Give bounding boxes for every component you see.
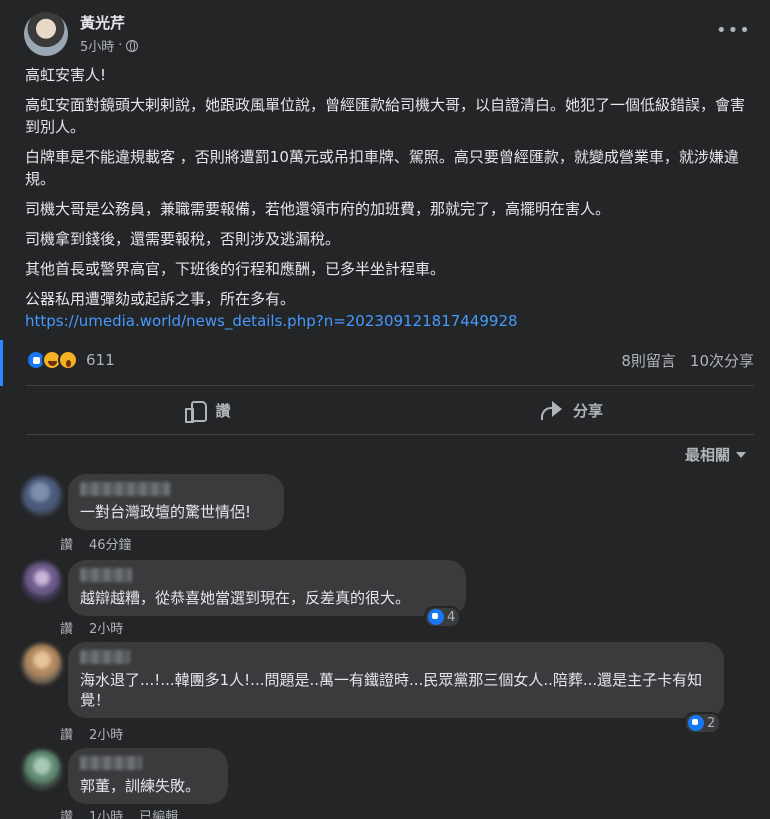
comment-time[interactable]: 2小時 — [89, 618, 123, 637]
share-button-label: 分享 — [572, 401, 603, 420]
sort-label: 最相關 — [684, 446, 730, 464]
comment-footer: 讚 2小時 — [60, 724, 123, 743]
comment-reaction-count: 2 — [707, 715, 716, 731]
comment-text: 一對台灣政壇的驚世情侶! — [80, 503, 252, 521]
comment-like-button[interactable]: 讚 — [60, 618, 73, 637]
commenter-name-blurred[interactable] — [80, 482, 170, 496]
comment-text: 郭董，訓練失敗。 — [80, 777, 201, 795]
post-paragraph: 高虹安面對鏡頭大剌剌說，她跟政風單位說，曾經匯款給司機大哥，以自證清白。她犯了一… — [25, 96, 746, 136]
comment-bubble: 海水退了...!...韓團多1人!...問題是..萬一有鐵證時...民眾黨那三個… — [68, 642, 724, 718]
comment-bubble: 一對台灣政壇的驚世情侶! — [68, 474, 284, 530]
comment-time[interactable]: 46分鐘 — [89, 534, 132, 553]
comment-footer: 讚 46分鐘 — [60, 534, 132, 553]
commenter-avatar[interactable] — [22, 562, 62, 602]
comment-time[interactable]: 2小時 — [89, 724, 123, 743]
post-time[interactable]: 5小時 — [80, 36, 114, 55]
comment-reaction-count: 4 — [447, 609, 456, 625]
chevron-down-icon — [736, 451, 746, 458]
commenter-avatar[interactable] — [22, 644, 62, 684]
comment-like-button[interactable]: 讚 — [60, 724, 73, 743]
comment-bubble: 郭董，訓練失敗。 — [68, 748, 228, 804]
comment-like-button[interactable]: 讚 — [60, 534, 73, 553]
post-paragraph: 白牌車是不能違規載客 ，否則將遭罰10萬元或吊扣車牌、駕照。高只要曾經匯款，就變… — [25, 148, 739, 188]
comment-text: 越辯越糟，從恭喜她當選到現在，反差真的很大。 — [80, 589, 411, 607]
comment-footer: 讚 2小時 — [60, 618, 123, 637]
post-actions: 讚 分享 — [26, 388, 754, 432]
comment-count[interactable]: 8則留言 — [621, 350, 676, 371]
comment-footer: 讚 1小時 已編輯 — [60, 806, 178, 819]
post-stats: 611 8則留言 10次分享 — [26, 350, 754, 374]
post-link[interactable]: https://umedia.world/news_details.php?n=… — [25, 310, 755, 332]
post-meta: 5小時 · — [80, 36, 139, 55]
comment-edited-label: 已編輯 — [139, 810, 179, 819]
commenter-name-blurred[interactable] — [80, 650, 130, 664]
reactions-summary[interactable]: 611 — [26, 350, 115, 370]
post-paragraph: 高虹安害人! — [25, 66, 107, 84]
like-icon — [688, 715, 704, 731]
comment-sort-dropdown[interactable]: 最相關 — [685, 444, 746, 465]
commenter-avatar[interactable] — [22, 750, 62, 790]
comment-bubble: 越辯越糟，從恭喜她當選到現在，反差真的很大。 — [68, 560, 466, 616]
reaction-count[interactable]: 611 — [86, 351, 115, 369]
commenter-name-blurred[interactable] — [80, 568, 132, 582]
commenter-name-blurred[interactable] — [80, 756, 142, 770]
like-icon — [428, 609, 444, 625]
engagement-counts: 8則留言 10次分享 — [621, 350, 754, 371]
comment-text: 海水退了...!...韓團多1人!...問題是..萬一有鐵證時...民眾黨那三個… — [80, 671, 703, 709]
author-name[interactable]: 黃光芹 — [80, 12, 125, 33]
post-paragraph: 司機拿到錢後，還需要報稅，否則涉及逃漏稅。 — [25, 230, 341, 248]
like-button[interactable]: 讚 — [26, 388, 390, 432]
left-accent-bar — [0, 340, 3, 386]
post-last-paragraph: 公器私用遭彈劾或起訴之事，所在多有。 — [25, 290, 296, 308]
commenter-avatar[interactable] — [22, 476, 62, 516]
post-paragraph: 司機大哥是公務員，兼職需要報備，若他還領市府的加班費，那就完了，高擺明在害人。 — [25, 200, 611, 218]
author-avatar[interactable] — [24, 12, 68, 56]
thumbs-up-icon — [185, 400, 208, 423]
globe-icon[interactable] — [126, 39, 139, 52]
divider — [26, 385, 754, 386]
post-body: 高虹安害人! 高虹安面對鏡頭大剌剌說，她跟政風單位說，曾經匯款給司機大哥，以自證… — [25, 64, 755, 332]
share-count[interactable]: 10次分享 — [690, 350, 754, 371]
like-button-label: 讚 — [215, 401, 231, 420]
comment-like-button[interactable]: 讚 — [60, 806, 73, 819]
divider — [26, 434, 754, 435]
comment-reaction-badge[interactable]: 4 — [424, 606, 462, 628]
wow-reaction-icon — [58, 350, 78, 370]
more-options-button[interactable]: ••• — [716, 18, 750, 48]
post-header: 黃光芹 5小時 · ••• — [24, 10, 754, 58]
post-paragraph: 其他首長或警界高官，下班後的行程和應酬，已多半坐計程車。 — [25, 260, 446, 278]
comment-reaction-badge[interactable]: 2 — [684, 712, 722, 734]
comment-time[interactable]: 1小時 — [89, 806, 123, 819]
share-icon — [540, 400, 563, 420]
meta-separator: · — [118, 38, 123, 53]
share-button[interactable]: 分享 — [390, 388, 754, 432]
